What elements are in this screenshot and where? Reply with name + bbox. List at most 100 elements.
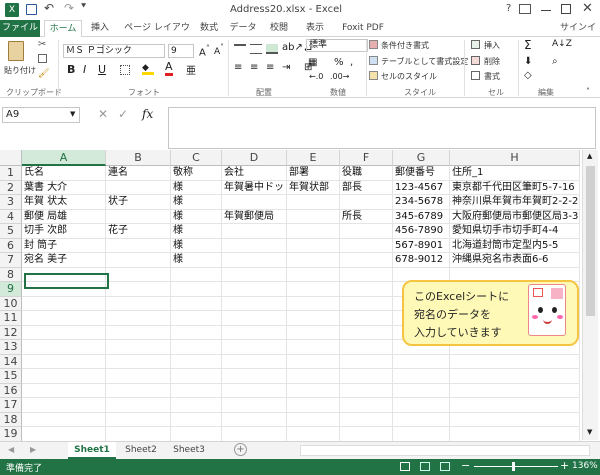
cell-B18[interactable] [106, 412, 171, 427]
row-header-2[interactable]: 2 [0, 180, 22, 195]
add-sheet-icon[interactable]: + [234, 443, 247, 456]
phonetic-icon[interactable]: 亜 [186, 62, 196, 77]
cell-C1[interactable]: 敬称 [171, 166, 222, 181]
orientation-icon[interactable]: ab↗ [282, 42, 303, 53]
tab-page-layout[interactable]: ページ レイアウト [120, 20, 194, 50]
cell-F4[interactable]: 所長 [340, 209, 393, 224]
cell-B7[interactable] [106, 253, 171, 268]
cell-B10[interactable] [106, 296, 171, 311]
cell-B5[interactable]: 花子 [106, 224, 171, 239]
cell-D3[interactable] [222, 195, 287, 210]
cell-D15[interactable] [222, 369, 287, 384]
cell-E11[interactable] [287, 311, 340, 326]
cell-C14[interactable] [171, 354, 222, 369]
cell-A6[interactable]: 封 筒子 [22, 238, 106, 253]
delete-cells-button[interactable]: 削除 [484, 56, 500, 67]
cell-D18[interactable] [222, 412, 287, 427]
cell-A17[interactable] [22, 398, 106, 413]
cell-C2[interactable]: 様 [171, 180, 222, 195]
cell-B9[interactable] [106, 282, 171, 297]
cell-G18[interactable] [393, 412, 450, 427]
cell-F2[interactable]: 部長 [340, 180, 393, 195]
cell-E3[interactable] [287, 195, 340, 210]
cell-A18[interactable] [22, 412, 106, 427]
cell-H6[interactable]: 北海道封筒市定型内5-5 [450, 238, 580, 253]
row-header-11[interactable]: 11 [0, 311, 22, 326]
cell-C18[interactable] [171, 412, 222, 427]
cell-C9[interactable] [171, 282, 222, 297]
cell-B6[interactable] [106, 238, 171, 253]
cell-C12[interactable] [171, 325, 222, 340]
increase-decimal-icon[interactable]: ←.0 [309, 72, 323, 81]
align-top-icon[interactable] [234, 44, 246, 54]
cell-A12[interactable] [22, 325, 106, 340]
page-layout-view-icon[interactable] [420, 462, 430, 471]
cell-G4[interactable]: 345-6789 [393, 209, 450, 224]
name-box-dropdown-icon[interactable]: ▼ [70, 110, 75, 118]
tab-data[interactable]: データ [228, 20, 258, 37]
cell-G1[interactable]: 郵便番号 [393, 166, 450, 181]
column-header-C[interactable]: C [171, 150, 222, 166]
cell-B13[interactable] [106, 340, 171, 355]
paste-icon[interactable] [8, 41, 24, 61]
fill-icon[interactable]: ⬇ [524, 56, 532, 67]
cell-D9[interactable] [222, 282, 287, 297]
cell-A16[interactable] [22, 383, 106, 398]
row-header-9[interactable]: 9 [0, 282, 22, 297]
column-header-D[interactable]: D [222, 150, 287, 166]
cell-C11[interactable] [171, 311, 222, 326]
conditional-format-icon[interactable] [369, 40, 378, 49]
copy-icon[interactable] [38, 54, 47, 63]
cell-E2[interactable]: 年賀状部 [287, 180, 340, 195]
cell-A2[interactable]: 葉書 大介 [22, 180, 106, 195]
cell-B12[interactable] [106, 325, 171, 340]
cell-D12[interactable] [222, 325, 287, 340]
format-cells-button[interactable]: 書式 [484, 71, 500, 82]
cell-D11[interactable] [222, 311, 287, 326]
row-header-17[interactable]: 17 [0, 398, 22, 413]
cell-F5[interactable] [340, 224, 393, 239]
borders-icon[interactable] [120, 65, 130, 75]
align-middle-icon[interactable] [250, 44, 262, 54]
collapse-ribbon-icon[interactable]: ˄ [586, 87, 590, 96]
page-break-view-icon[interactable] [440, 462, 450, 471]
cell-D7[interactable] [222, 253, 287, 268]
cell-C6[interactable]: 様 [171, 238, 222, 253]
row-header-15[interactable]: 15 [0, 369, 22, 384]
increase-font-icon[interactable]: A˄ [199, 43, 210, 58]
cell-A1[interactable]: 氏名 [22, 166, 106, 181]
cell-B16[interactable] [106, 383, 171, 398]
undo-icon[interactable]: ↶ [44, 1, 54, 15]
italic-icon[interactable]: I [83, 63, 86, 76]
cell-C15[interactable] [171, 369, 222, 384]
cell-A19[interactable] [22, 427, 106, 442]
cell-H17[interactable] [450, 398, 580, 413]
cell-A4[interactable]: 郵便 局雄 [22, 209, 106, 224]
cell-F12[interactable] [340, 325, 393, 340]
active-cell-border[interactable] [24, 273, 109, 289]
column-header-G[interactable]: G [393, 150, 450, 166]
zoom-slider[interactable] [474, 466, 558, 467]
cell-H7[interactable]: 沖縄県宛名市表面6-6 [450, 253, 580, 268]
cell-D19[interactable] [222, 427, 287, 442]
row-header-10[interactable]: 10 [0, 296, 22, 311]
cell-G17[interactable] [393, 398, 450, 413]
cell-E8[interactable] [287, 267, 340, 282]
scroll-up-icon[interactable]: ▲ [587, 152, 592, 160]
cell-B8[interactable] [106, 267, 171, 282]
cell-H14[interactable] [450, 354, 580, 369]
row-header-18[interactable]: 18 [0, 412, 22, 427]
row-header-4[interactable]: 4 [0, 209, 22, 224]
delete-cells-icon[interactable] [471, 56, 480, 65]
cell-E13[interactable] [287, 340, 340, 355]
cell-G15[interactable] [393, 369, 450, 384]
sheet-tab-3[interactable]: Sheet3 [166, 442, 212, 459]
cell-D16[interactable] [222, 383, 287, 398]
signin-link[interactable]: サインイン [556, 20, 600, 50]
cell-A11[interactable] [22, 311, 106, 326]
close-icon[interactable]: ✕ [582, 1, 593, 16]
cell-E17[interactable] [287, 398, 340, 413]
tab-review[interactable]: 校閲 [264, 20, 294, 37]
cell-H16[interactable] [450, 383, 580, 398]
cell-G14[interactable] [393, 354, 450, 369]
